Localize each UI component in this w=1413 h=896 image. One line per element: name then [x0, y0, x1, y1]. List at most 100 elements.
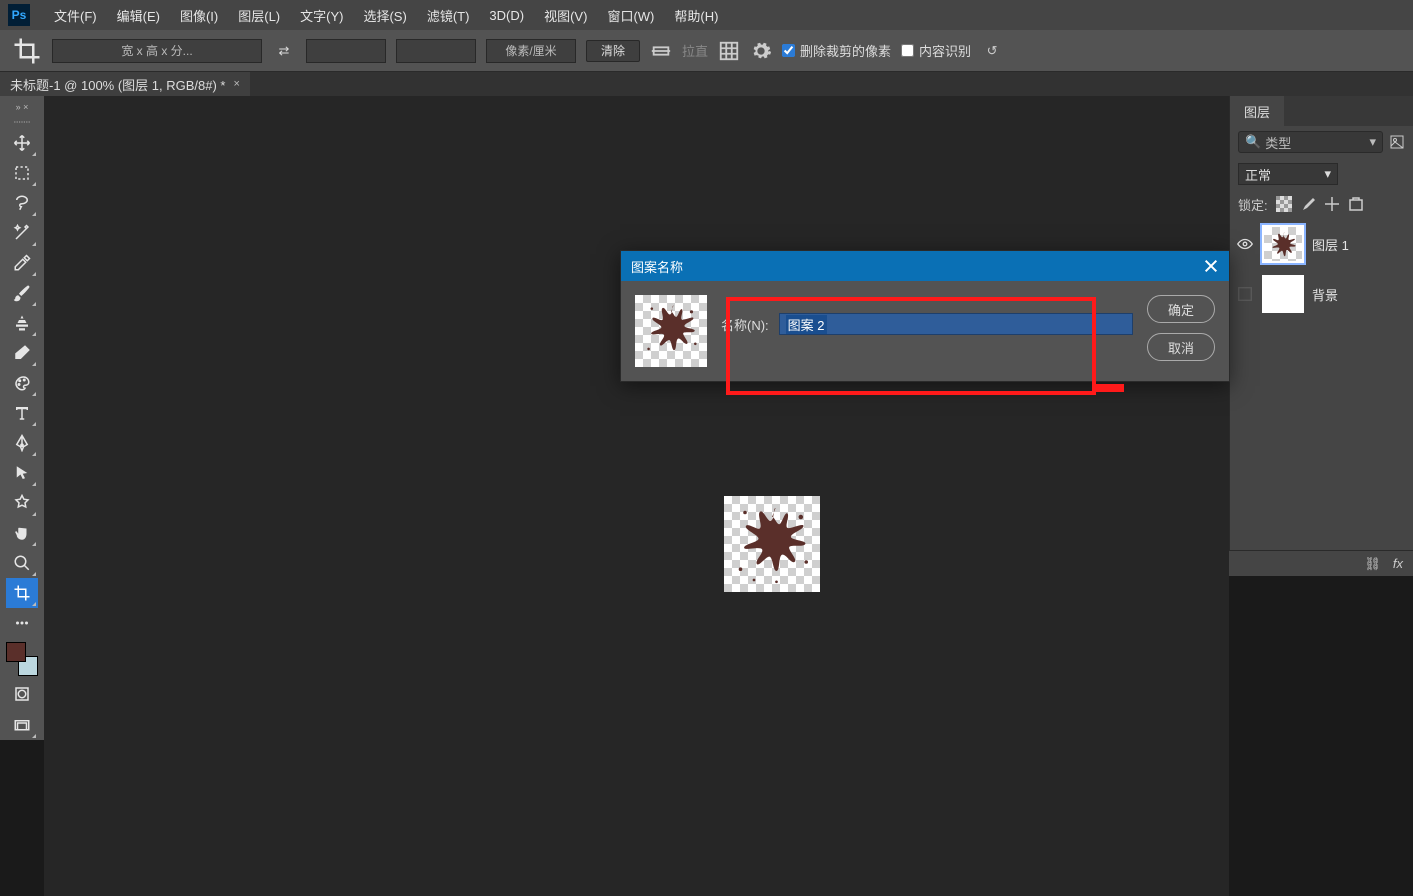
straighten-icon[interactable] — [650, 40, 672, 62]
move-tool[interactable] — [6, 128, 38, 158]
menu-filter[interactable]: 滤镜(T) — [417, 6, 480, 25]
chevron-down-icon: ▾ — [1369, 134, 1376, 150]
filter-image-icon[interactable] — [1389, 134, 1405, 150]
hand-tool[interactable] — [6, 518, 38, 548]
fx-icon[interactable]: fx — [1393, 556, 1403, 571]
overlay-grid-icon[interactable] — [718, 40, 740, 62]
chevron-down-icon: ▾ — [1324, 166, 1331, 182]
dialog-titlebar[interactable]: 图案名称 — [621, 251, 1229, 281]
splat-graphic — [727, 499, 817, 589]
type-tool[interactable] — [6, 398, 38, 428]
menu-file[interactable]: 文件(F) — [44, 6, 107, 25]
lock-pixels-icon[interactable] — [1300, 196, 1316, 212]
panel-tab-row: 图层 — [1230, 96, 1413, 126]
ok-button[interactable]: 确定 — [1147, 295, 1215, 323]
menu-edit[interactable]: 编辑(E) — [107, 6, 170, 25]
delete-cropped-input[interactable] — [782, 44, 795, 57]
content-aware-checkbox[interactable]: 内容识别 — [901, 41, 971, 60]
edit-toolbar-icon[interactable] — [6, 608, 38, 638]
menu-help[interactable]: 帮助(H) — [664, 6, 728, 25]
lock-artboard-icon[interactable] — [1348, 196, 1364, 212]
quick-mask-icon[interactable] — [6, 680, 38, 708]
pattern-name-input[interactable]: 图案 2 — [779, 313, 1133, 335]
content-aware-label: 内容识别 — [919, 41, 971, 60]
lasso-tool[interactable] — [6, 188, 38, 218]
eraser-tool[interactable] — [6, 338, 38, 368]
layer-row[interactable]: 背景 — [1236, 272, 1407, 316]
straighten-label: 拉直 — [682, 41, 708, 60]
layers-tab[interactable]: 图层 — [1230, 96, 1284, 126]
visibility-eye-icon[interactable] — [1236, 285, 1254, 303]
link-layers-icon[interactable]: ⛓ — [1364, 556, 1381, 572]
search-icon: 🔍 — [1245, 134, 1261, 150]
gradient-tool[interactable] — [6, 368, 38, 398]
shape-tool[interactable] — [6, 488, 38, 518]
options-bar: 宽 x 高 x 分... ⇄ 像素/厘米 清除 拉直 删除裁剪的像素 内容识别 … — [0, 30, 1413, 72]
close-tab-icon[interactable]: × — [233, 78, 239, 90]
magic-wand-tool[interactable] — [6, 218, 38, 248]
delete-cropped-checkbox[interactable]: 删除裁剪的像素 — [782, 41, 891, 60]
layers-panel-footer: ⛓ fx — [1229, 550, 1413, 576]
menu-window[interactable]: 窗口(W) — [597, 6, 664, 25]
layer-row[interactable]: 图层 1 — [1236, 222, 1407, 266]
zoom-tool[interactable] — [6, 548, 38, 578]
layer-name[interactable]: 图层 1 — [1312, 235, 1349, 254]
eyedropper-tool[interactable] — [6, 248, 38, 278]
crop-height-field[interactable] — [396, 39, 476, 63]
clear-button[interactable]: 清除 — [586, 40, 640, 62]
menu-select[interactable]: 选择(S) — [353, 6, 416, 25]
splat-icon — [1266, 229, 1300, 263]
dialog-close-icon[interactable] — [1203, 258, 1219, 274]
content-aware-input[interactable] — [901, 44, 914, 57]
left-toolbar: » × — [0, 96, 44, 740]
cancel-button[interactable]: 取消 — [1147, 333, 1215, 361]
marquee-tool[interactable] — [6, 158, 38, 188]
layer-list: 图层 1 背景 — [1230, 218, 1413, 326]
menu-3d[interactable]: 3D(D) — [479, 8, 534, 23]
color-swatches[interactable] — [6, 642, 38, 676]
visibility-eye-icon[interactable] — [1236, 235, 1254, 253]
splat-icon — [639, 299, 703, 363]
layer-name[interactable]: 背景 — [1312, 285, 1338, 304]
foreground-color-swatch[interactable] — [6, 642, 26, 662]
filter-placeholder: 类型 — [1265, 133, 1291, 152]
layer-thumbnail[interactable] — [1262, 275, 1304, 313]
screen-mode-icon[interactable] — [6, 712, 38, 740]
layer-filter-input[interactable]: 🔍 类型 ▾ — [1238, 131, 1383, 153]
dialog-title-text: 图案名称 — [631, 257, 683, 276]
delete-cropped-label: 删除裁剪的像素 — [800, 41, 891, 60]
crop-tool-icon[interactable] — [12, 37, 42, 65]
blend-mode-value: 正常 — [1245, 165, 1271, 184]
crop-ratio-field[interactable]: 宽 x 高 x 分... — [52, 39, 262, 63]
resolution-unit-select[interactable]: 像素/厘米 — [486, 39, 576, 63]
canvas-document[interactable] — [724, 496, 820, 592]
menu-layer[interactable]: 图层(L) — [228, 6, 290, 25]
menu-image[interactable]: 图像(I) — [170, 6, 228, 25]
lock-label: 锁定: — [1238, 195, 1268, 214]
canvas-area[interactable] — [44, 96, 1229, 896]
clone-stamp-tool[interactable] — [6, 308, 38, 338]
menu-type[interactable]: 文字(Y) — [290, 6, 353, 25]
menubar: Ps 文件(F) 编辑(E) 图像(I) 图层(L) 文字(Y) 选择(S) 滤… — [0, 0, 1413, 30]
lock-position-icon[interactable] — [1324, 196, 1340, 212]
crop-width-field[interactable] — [306, 39, 386, 63]
document-tab-title: 未标题-1 @ 100% (图层 1, RGB/8#) * — [10, 75, 225, 94]
menu-view[interactable]: 视图(V) — [534, 6, 597, 25]
pattern-name-dialog: 图案名称 名称(N): 图案 2 确定 取消 — [620, 250, 1230, 382]
pattern-name-value: 图案 2 — [786, 315, 827, 334]
name-field-label: 名称(N): — [721, 315, 769, 334]
document-tab[interactable]: 未标题-1 @ 100% (图层 1, RGB/8#) * × — [0, 72, 250, 96]
brush-tool[interactable] — [6, 278, 38, 308]
document-tab-bar: 未标题-1 @ 100% (图层 1, RGB/8#) * × — [0, 72, 1413, 96]
blend-mode-select[interactable]: 正常 ▾ — [1238, 163, 1338, 185]
swap-dimensions-icon[interactable]: ⇄ — [272, 39, 296, 63]
settings-gear-icon[interactable] — [750, 40, 772, 62]
crop-tool[interactable] — [6, 578, 38, 608]
collapse-toolbar-icon[interactable]: » × — [16, 102, 29, 112]
path-select-tool[interactable] — [6, 458, 38, 488]
lock-transparency-icon[interactable] — [1276, 196, 1292, 212]
pen-tool[interactable] — [6, 428, 38, 458]
reset-icon[interactable]: ↺ — [981, 40, 1003, 62]
pattern-preview-thumb — [635, 295, 707, 367]
layer-thumbnail[interactable] — [1262, 225, 1304, 263]
